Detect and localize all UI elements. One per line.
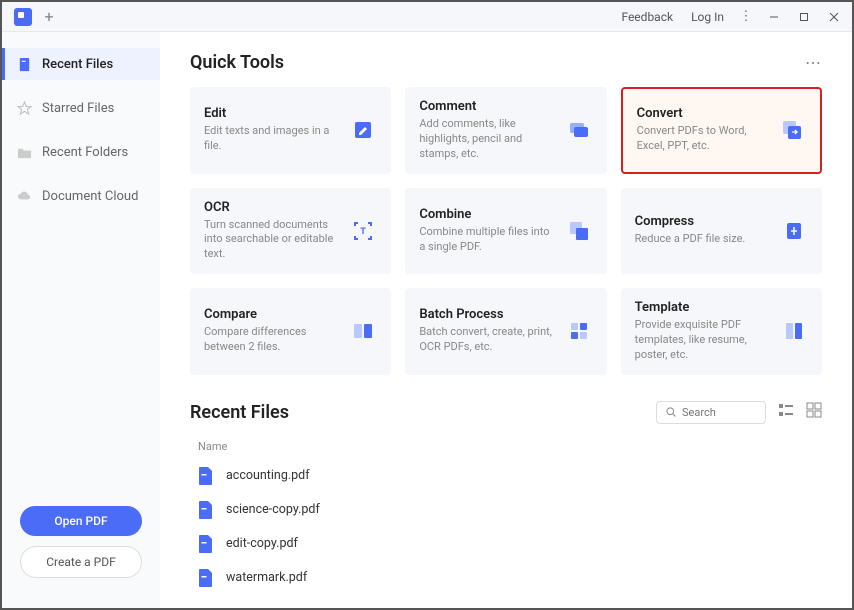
comment-icon <box>565 116 593 144</box>
edit-icon <box>349 116 377 144</box>
file-row[interactable]: edit-copy.pdf <box>190 527 822 561</box>
login-link[interactable]: Log In <box>683 10 732 24</box>
file-name: science-copy.pdf <box>226 502 320 517</box>
open-pdf-button[interactable]: Open PDF <box>20 506 142 536</box>
tool-card-convert[interactable]: Convert Convert PDFs to Word, Excel, PPT… <box>621 87 822 174</box>
tool-card-batch[interactable]: Batch Process Batch convert, create, pri… <box>405 288 606 375</box>
pdf-file-icon <box>198 467 214 485</box>
file-icon <box>16 56 32 72</box>
tool-desc: Combine multiple files into a single PDF… <box>419 225 556 255</box>
tool-desc: Turn scanned documents into searchable o… <box>204 218 341 263</box>
file-row[interactable]: accounting.pdf <box>190 459 822 493</box>
tool-title: Comment <box>419 99 556 114</box>
convert-icon <box>778 116 806 144</box>
batch-icon <box>565 317 593 345</box>
more-icon[interactable]: ⋯ <box>805 53 822 72</box>
cloud-icon <box>16 188 32 204</box>
tool-card-edit[interactable]: Edit Edit texts and images in a file. <box>190 87 391 174</box>
sidebar: Recent Files Starred Files Recent Folder… <box>2 32 160 608</box>
combine-icon <box>565 217 593 245</box>
pdf-file-icon <box>198 569 214 587</box>
tool-desc: Edit texts and images in a file. <box>204 124 341 154</box>
tool-card-comment[interactable]: Comment Add comments, like highlights, p… <box>405 87 606 174</box>
compare-icon <box>349 317 377 345</box>
ocr-icon: T <box>349 217 377 245</box>
tool-card-compress[interactable]: Compress Reduce a PDF file size. <box>621 188 822 275</box>
svg-text:T: T <box>361 227 367 237</box>
sidebar-item-label: Recent Files <box>42 57 113 72</box>
tool-title: Compress <box>635 214 772 229</box>
tool-title: Convert <box>637 106 770 121</box>
sidebar-item-label: Starred Files <box>42 101 114 116</box>
sidebar-item-document-cloud[interactable]: Document Cloud <box>2 180 160 212</box>
quick-tools-title: Quick Tools <box>190 52 284 73</box>
compress-icon <box>780 217 808 245</box>
tools-grid: Edit Edit texts and images in a file. Co… <box>190 87 822 375</box>
tool-desc: Reduce a PDF file size. <box>635 232 772 247</box>
kebab-menu-icon[interactable]: ⋮ <box>734 5 758 29</box>
column-header-name: Name <box>190 434 822 459</box>
recent-files-title: Recent Files <box>190 402 289 423</box>
sidebar-item-recent-files[interactable]: Recent Files <box>2 48 160 80</box>
file-name: accounting.pdf <box>226 468 310 483</box>
tool-desc: Provide exquisite PDF templates, like re… <box>635 318 772 363</box>
maximize-button[interactable] <box>790 5 818 29</box>
star-icon <box>16 100 32 116</box>
create-pdf-button[interactable]: Create a PDF <box>20 546 142 578</box>
file-list: accounting.pdf science-copy.pdf edit-cop… <box>190 459 822 595</box>
close-button[interactable] <box>820 5 848 29</box>
search-icon <box>665 406 677 418</box>
tool-title: Compare <box>204 307 341 322</box>
folder-icon <box>16 144 32 160</box>
file-row[interactable]: watermark.pdf <box>190 561 822 595</box>
sidebar-item-label: Recent Folders <box>42 145 128 160</box>
tool-title: OCR <box>204 200 341 215</box>
file-row[interactable]: science-copy.pdf <box>190 493 822 527</box>
new-tab-button[interactable]: + <box>38 6 60 28</box>
sidebar-item-label: Document Cloud <box>42 189 138 204</box>
grid-view-icon[interactable] <box>806 402 822 422</box>
tool-card-ocr[interactable]: OCR Turn scanned documents into searchab… <box>190 188 391 275</box>
tool-title: Combine <box>419 207 556 222</box>
template-icon <box>780 317 808 345</box>
tool-desc: Convert PDFs to Word, Excel, PPT, etc. <box>637 124 770 154</box>
tool-title: Edit <box>204 106 341 121</box>
content-area: Quick Tools ⋯ Edit Edit texts and images… <box>160 32 852 608</box>
list-view-icon[interactable] <box>778 402 794 422</box>
sidebar-item-starred-files[interactable]: Starred Files <box>2 92 160 124</box>
tool-desc: Add comments, like highlights, pencil an… <box>419 117 556 162</box>
file-name: edit-copy.pdf <box>226 536 298 551</box>
pdf-file-icon <box>198 501 214 519</box>
tool-card-template[interactable]: Template Provide exquisite PDF templates… <box>621 288 822 375</box>
tool-title: Template <box>635 300 772 315</box>
file-name: watermark.pdf <box>226 570 307 585</box>
app-logo <box>14 8 32 26</box>
search-box[interactable] <box>656 401 766 424</box>
tool-title: Batch Process <box>419 307 556 322</box>
tool-card-combine[interactable]: Combine Combine multiple files into a si… <box>405 188 606 275</box>
titlebar: + Feedback Log In ⋮ <box>2 2 852 32</box>
pdf-file-icon <box>198 535 214 553</box>
feedback-link[interactable]: Feedback <box>613 10 681 24</box>
tool-desc: Compare differences between 2 files. <box>204 325 341 355</box>
tool-card-compare[interactable]: Compare Compare differences between 2 fi… <box>190 288 391 375</box>
minimize-button[interactable] <box>760 5 788 29</box>
tool-desc: Batch convert, create, print, OCR PDFs, … <box>419 325 556 355</box>
search-input[interactable] <box>682 406 752 419</box>
sidebar-item-recent-folders[interactable]: Recent Folders <box>2 136 160 168</box>
